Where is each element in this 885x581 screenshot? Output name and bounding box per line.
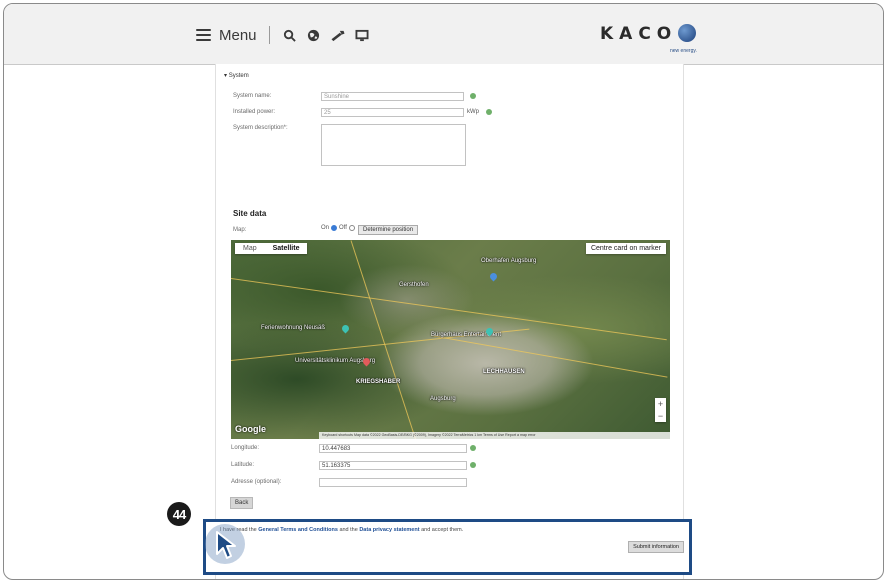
system-name-input[interactable]: Sunshine [321, 92, 464, 101]
map-toggle-group: On Off [321, 225, 355, 231]
logo-text: KACO [600, 24, 678, 44]
map-marker-icon[interactable] [488, 271, 499, 282]
tools-icon[interactable] [330, 27, 346, 43]
address-input[interactable] [319, 478, 467, 487]
system-name-label: System name: [233, 93, 272, 99]
back-button[interactable]: Back [230, 497, 254, 509]
mouse-pointer-icon [215, 530, 237, 565]
system-description-label: System description*: [233, 125, 288, 131]
map-place-label: Gersthofen [399, 282, 429, 288]
terms-suffix: and accept them. [421, 527, 464, 533]
general-terms-link[interactable]: General Terms and Conditions [258, 527, 338, 533]
logo-tagline: new energy. [670, 48, 697, 54]
system-section-label: System [228, 73, 249, 79]
system-section-header[interactable]: ▾ System [224, 72, 249, 79]
menu-icon[interactable] [196, 29, 211, 41]
installed-power-valid-icon [486, 109, 492, 115]
monitor-icon[interactable] [354, 27, 370, 43]
google-logo: Google [235, 424, 266, 434]
map-place-label: KRIEGSHABER [356, 379, 401, 385]
top-navigation-bar: Menu KACO new energy. [4, 4, 883, 65]
latitude-label: Latitude: [231, 462, 255, 468]
longitude-label: Longitude: [231, 445, 260, 451]
installed-power-input[interactable]: 25 [321, 108, 464, 117]
toolbar-divider [268, 26, 270, 44]
submit-information-button[interactable]: Submit information [628, 541, 684, 553]
search-icon[interactable] [282, 27, 298, 43]
installed-power-label: Installed power: [233, 109, 276, 115]
kaco-logo: KACO new energy. [600, 24, 697, 54]
browser-frame: Menu KACO new energy. ▾ System System na… [3, 3, 884, 580]
power-unit-label: kWp [467, 109, 479, 115]
menu-label[interactable]: Menu [219, 27, 257, 44]
system-name-valid-icon [470, 93, 476, 99]
map-place-label: Oberhafen Augsburg [481, 258, 537, 264]
determine-position-button[interactable]: Determine position [358, 225, 419, 235]
system-description-textarea[interactable] [321, 124, 466, 166]
map-road [350, 240, 417, 439]
longitude-valid-icon [470, 445, 476, 451]
map-on-radio[interactable] [331, 225, 338, 231]
latitude-valid-icon [470, 462, 476, 468]
map-attribution: Keyboard shortcuts Map data ©2022 GeoBas… [319, 432, 670, 439]
map-off-label: Off [339, 225, 347, 231]
zoom-in-button[interactable]: + [658, 399, 663, 409]
satellite-map[interactable]: Map Satellite Centre card on marker Ober… [231, 240, 670, 439]
logo-sphere-icon [678, 24, 696, 42]
map-place-label: LECHHAUSEN [483, 369, 525, 375]
map-type-tabs: Map Satellite [235, 243, 308, 254]
centre-card-button[interactable]: Centre card on marker [585, 243, 666, 254]
address-label: Adresse (optional): [231, 479, 282, 485]
tab-map[interactable]: Map [235, 243, 265, 254]
map-zoom-control: + − [655, 398, 666, 422]
globe-icon[interactable] [306, 27, 322, 43]
zoom-out-button[interactable]: − [658, 411, 663, 421]
tab-satellite[interactable]: Satellite [265, 243, 308, 254]
menu-toolbar: Menu [196, 26, 370, 44]
map-on-label: On [321, 225, 330, 231]
collapse-arrow-icon[interactable]: ▾ [224, 73, 227, 79]
site-data-title: Site data [233, 209, 267, 218]
map-off-radio[interactable] [348, 225, 355, 231]
map-road [430, 335, 668, 378]
map-place-label: Ferienwohnung Neusäß [261, 325, 326, 331]
map-marker-icon[interactable] [340, 323, 351, 334]
terms-middle: and the [339, 527, 358, 533]
step-number-badge: 44 [167, 502, 191, 526]
map-place-label: Augsburg [430, 396, 456, 402]
map-label: Map: [233, 227, 247, 233]
longitude-input[interactable]: 10.447683 [319, 444, 467, 453]
terms-acceptance-text: I have read the General Terms and Condit… [220, 527, 463, 533]
registration-form-panel: ▾ System System name: Sunshine Installed… [215, 64, 684, 579]
data-privacy-link[interactable]: Data privacy statement [359, 527, 419, 533]
terms-highlight-box: I have read the General Terms and Condit… [203, 519, 692, 575]
latitude-input[interactable]: 51.163375 [319, 461, 467, 470]
